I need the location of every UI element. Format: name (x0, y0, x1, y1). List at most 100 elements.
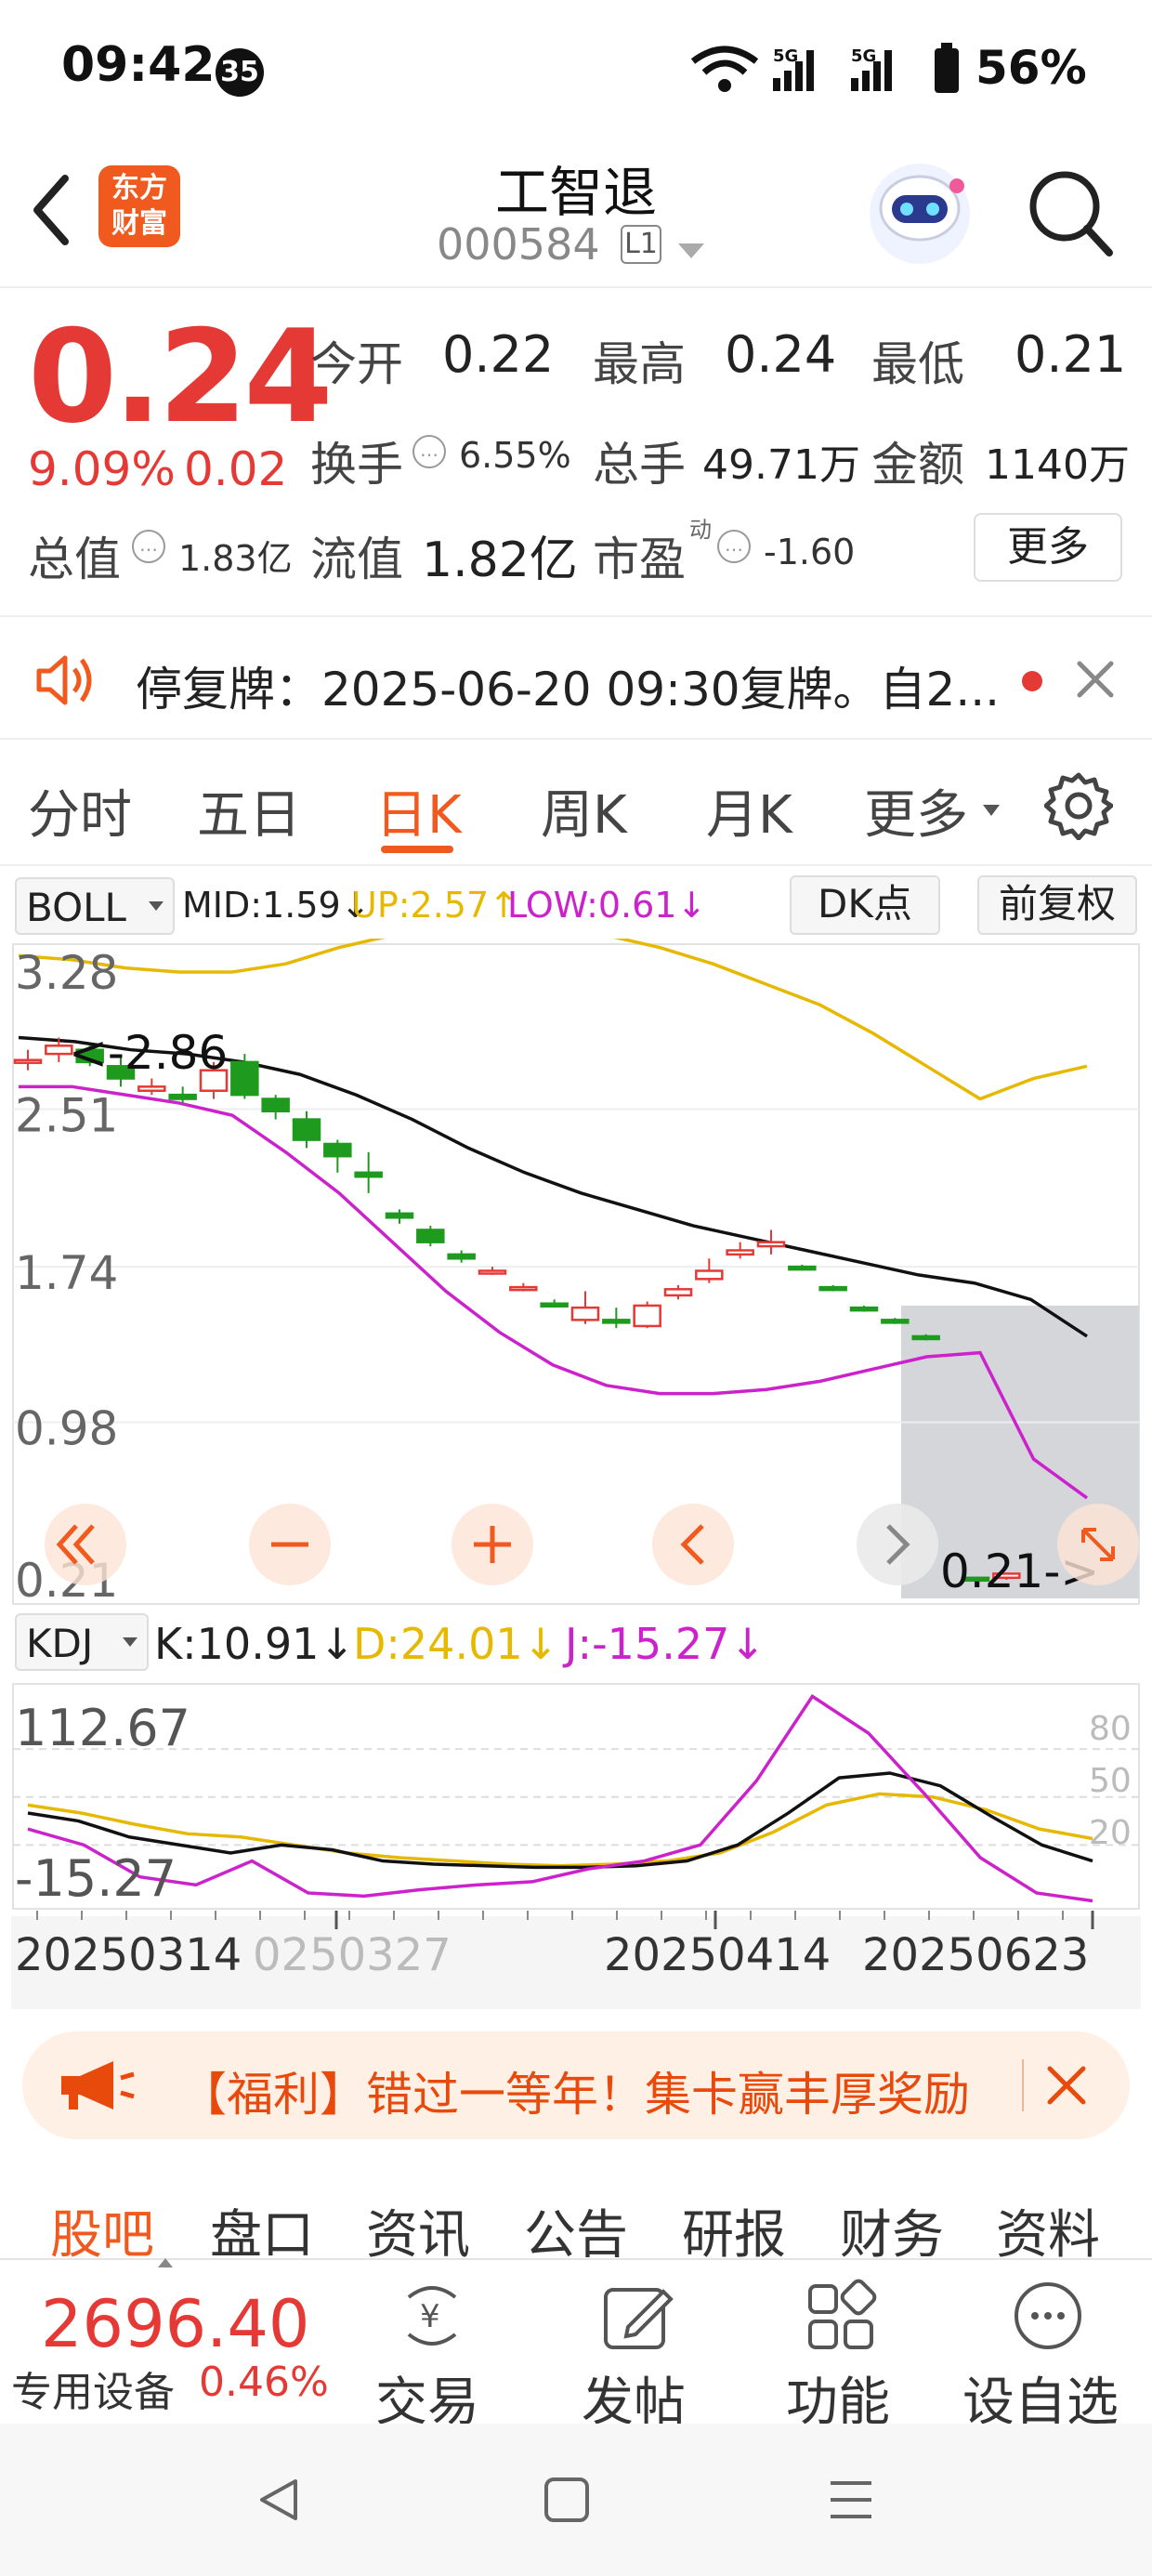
dk-point-button[interactable]: DK点 (790, 875, 940, 935)
megaphone-icon (61, 2061, 135, 2109)
info-icon[interactable]: … (132, 530, 165, 563)
promo-banner[interactable]: 【福利】错过一等年！集卡赢丰厚奖励 (22, 2031, 1130, 2139)
more-quote-button[interactable]: 更多 (974, 513, 1122, 582)
date-axis-ticks (36, 1911, 1094, 1929)
close-icon[interactable] (1044, 2063, 1089, 2108)
candle (633, 1301, 661, 1329)
candle-body (168, 1093, 197, 1100)
nav-back-icon[interactable] (253, 2474, 305, 2526)
candle (849, 1305, 879, 1312)
tab-forum[interactable]: 股吧 (50, 2193, 154, 2268)
candle-body (509, 1285, 538, 1292)
candle-body (230, 1060, 259, 1097)
dk-point-label: DK点 (818, 881, 912, 927)
compose-post-icon[interactable] (596, 2279, 680, 2353)
candle (881, 1318, 910, 1324)
boll-low-value: LOW:0.61↓ (507, 885, 707, 926)
tab-news[interactable]: 资讯 (366, 2193, 470, 2268)
candle (416, 1226, 445, 1247)
indicator-selector[interactable]: BOLL (15, 877, 175, 935)
candle-body (818, 1285, 847, 1292)
candle-body (292, 1118, 321, 1141)
chevron-down-icon[interactable] (678, 243, 704, 258)
candle-body (881, 1319, 910, 1324)
market-cap-label: 总值 (28, 532, 121, 586)
nav-menu-icon[interactable] (825, 2474, 877, 2526)
nav-home-icon[interactable] (541, 2474, 593, 2526)
candle-body (570, 1306, 600, 1321)
tab-profile[interactable]: 资料 (996, 2193, 1100, 2268)
tab-monthly-k[interactable]: 月K (706, 773, 792, 848)
add-watchlist-icon[interactable] (1009, 2277, 1087, 2355)
robot-assistant-icon[interactable] (864, 158, 975, 269)
sector-index-change: 0.46% (199, 2359, 329, 2406)
stock-code[interactable]: 000584 (437, 219, 600, 269)
tab-intraday[interactable]: 分时 (28, 773, 132, 848)
candle-body (602, 1319, 631, 1324)
chevron-down-icon (123, 1637, 137, 1647)
status-time: 09:42 (61, 37, 216, 93)
signal-label-2: 5G (851, 46, 876, 66)
pe-label: 市盈 (593, 532, 686, 586)
sector-index-value[interactable]: 2696.40 (41, 2286, 309, 2362)
kline-chart[interactable]: 3.282.511.740.980.21 <-2.86 0.21-> (0, 939, 1152, 1608)
settings-gear-icon[interactable] (1044, 771, 1113, 840)
tab-order-book[interactable]: 盘口 (210, 2193, 314, 2268)
low-label: 最低 (871, 337, 964, 391)
signal-label-1: 5G (773, 46, 798, 66)
trade-icon[interactable]: ¥ (390, 2279, 474, 2353)
info-icon[interactable]: … (412, 435, 446, 468)
amount-label: 金额 (871, 438, 964, 492)
change-percent: 9.09% (28, 442, 176, 496)
candle (911, 1334, 940, 1341)
high-label: 最高 (593, 337, 686, 391)
turnover-value: 6.55% (459, 435, 571, 476)
candle-body (911, 1334, 940, 1341)
close-icon[interactable] (1074, 658, 1117, 701)
kdj-right-tick-20: 20 (1089, 1814, 1132, 1852)
candle-body (261, 1097, 290, 1113)
candle-body (323, 1142, 352, 1158)
chevron-down-icon[interactable] (983, 805, 1000, 816)
speaker-icon (36, 655, 92, 705)
candle-body (788, 1265, 817, 1271)
suspension-notice[interactable]: 停复牌：2025-06-20 09:30复牌。自2... (0, 615, 1152, 740)
stock-name: 工智退 (494, 161, 657, 224)
tab-more[interactable]: 更多 (864, 773, 968, 848)
function-grid-icon[interactable] (803, 2279, 886, 2353)
promo-text: 【福利】错过一等年！集卡赢丰厚奖励 (180, 2068, 970, 2122)
candle (818, 1284, 847, 1292)
tab-daily-k[interactable]: 日K (375, 773, 462, 848)
info-icon[interactable]: … (717, 530, 751, 563)
svg-text:¥: ¥ (420, 2298, 440, 2335)
adjust-mode-button[interactable]: 前复权 (977, 875, 1137, 935)
volume-value: 49.71万 (702, 441, 860, 489)
max-price-annotation: <-2.86 (69, 1026, 228, 1080)
bottom-action-bar: 2696.40 专用设备 0.46% ¥ 交易 发帖 功能 设自选 (0, 2258, 1152, 2433)
kdj-right-tick-50: 50 (1089, 1762, 1132, 1800)
tab-weekly-k[interactable]: 周K (541, 773, 627, 848)
change-amount: 0.02 (184, 442, 288, 496)
y-tick-label: 0.98 (15, 1401, 118, 1455)
chevron-up-icon[interactable] (158, 2258, 173, 2267)
current-price: 0.24 (28, 302, 333, 452)
kdj-right-tick-80: 80 (1089, 1710, 1132, 1748)
kdj-selector[interactable]: KDJ (15, 1613, 149, 1671)
tab-announcements[interactable]: 公告 (524, 2193, 628, 2268)
system-nav-bar (0, 2424, 1152, 2576)
tab-financials[interactable]: 财务 (840, 2193, 944, 2268)
kdj-chart[interactable]: 112.67 -15.27 80 50 20 (0, 1673, 1152, 1914)
sector-index-name: 专用设备 (11, 2369, 175, 2416)
search-icon[interactable] (1026, 167, 1115, 260)
low-value: 0.21 (1015, 325, 1127, 384)
adjust-mode-label: 前复权 (998, 881, 1116, 927)
status-bar: 09:42 35 5G 5G 56% (0, 0, 1152, 139)
date-tick-2: 0250327 (253, 1929, 452, 1981)
open-value: 0.22 (442, 325, 555, 384)
unread-dot (1022, 671, 1042, 691)
tab-five-day[interactable]: 五日 (197, 773, 301, 848)
chevron-down-icon (149, 901, 164, 911)
candle-body (726, 1249, 754, 1256)
tab-research[interactable]: 研报 (682, 2193, 786, 2268)
pe-superscript: 动 (689, 517, 712, 543)
